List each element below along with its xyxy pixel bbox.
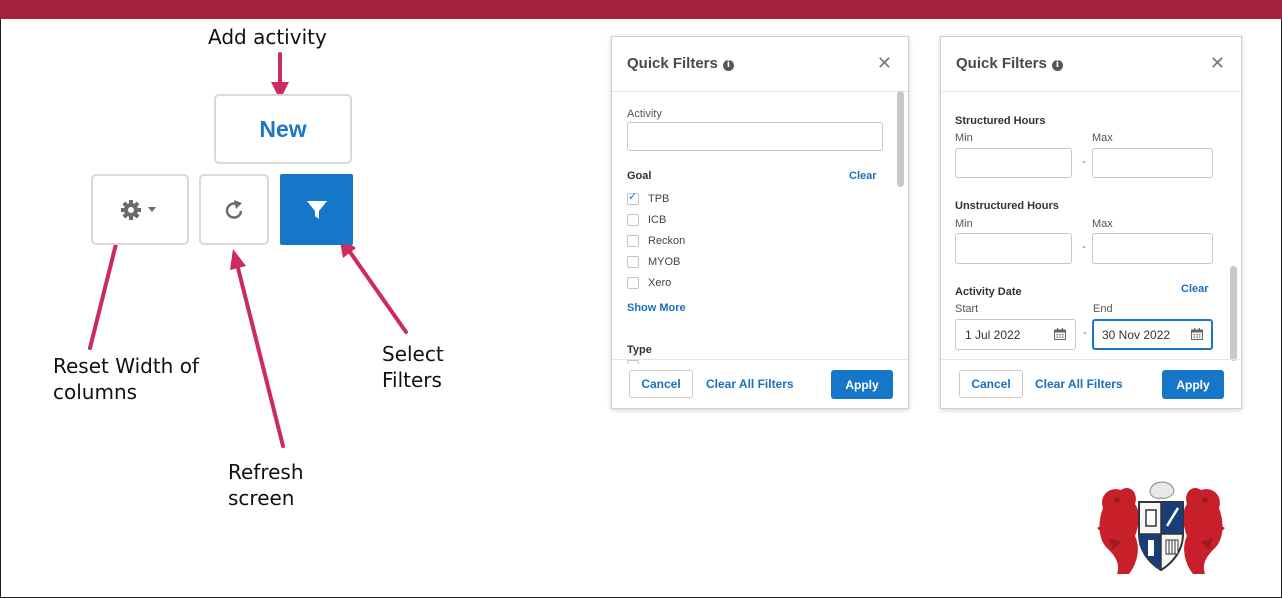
goal-option-myob[interactable]: MYOB <box>627 254 680 270</box>
activity-date-label: Activity Date <box>955 286 1022 298</box>
structured-hours-label: Structured Hours <box>955 115 1046 127</box>
checkbox[interactable] <box>627 235 639 247</box>
scrollbar-thumb[interactable] <box>897 91 904 187</box>
activity-label: Activity <box>627 108 662 120</box>
structured-min-input[interactable] <box>955 148 1072 178</box>
arrow-select-filters <box>348 250 408 334</box>
unstructured-min-label: Min <box>955 218 973 230</box>
filter-icon <box>306 200 327 219</box>
goal-option-xero[interactable]: Xero <box>627 275 671 291</box>
checkbox-label: TPB <box>648 193 670 205</box>
date-clear-link[interactable]: Clear <box>1181 283 1209 295</box>
scrollbar[interactable] <box>897 91 904 361</box>
info-icon[interactable]: i <box>722 60 734 71</box>
refresh-icon <box>225 199 243 219</box>
show-more-link[interactable]: Show More <box>627 302 686 314</box>
checkbox[interactable] <box>627 277 639 289</box>
arrow-refresh <box>236 266 285 448</box>
refresh-button[interactable] <box>199 174 269 245</box>
caret-down-icon <box>148 206 156 212</box>
panel-title-text: Quick Filters <box>956 55 1047 72</box>
checkbox-label: ICB <box>648 214 667 226</box>
panel-header: Quick Filters i ✕ <box>941 37 1241 92</box>
structured-min-label: Min <box>955 132 973 144</box>
filter-button[interactable] <box>280 174 353 245</box>
quick-filters-panel-1: Quick Filters i ✕ Activity Goal Clear ✓ T… <box>611 36 909 409</box>
panel-title: Quick Filters i <box>627 55 734 72</box>
checkbox[interactable] <box>627 214 639 226</box>
gear-icon <box>121 199 156 220</box>
goal-label: Goal <box>627 170 652 182</box>
calendar-icon[interactable] <box>1054 328 1066 340</box>
type-label: Type <box>627 344 652 356</box>
scrollbar-thumb[interactable] <box>1230 266 1237 361</box>
panel-header: Quick Filters i ✕ <box>612 37 908 92</box>
panel-title-text: Quick Filters <box>627 55 718 72</box>
checkbox-label: Reckon <box>648 235 686 247</box>
end-date-value: 30 Nov 2022 <box>1102 328 1171 342</box>
goal-option-icb[interactable]: ICB <box>627 212 666 228</box>
start-date-input[interactable]: 1 Jul 2022 <box>955 319 1076 350</box>
quick-filters-panel-2: Quick Filters i ✕ Structured Hours Min Ma… <box>940 36 1242 409</box>
new-button[interactable]: New <box>214 94 352 164</box>
checkbox-label: MYOB <box>648 256 681 268</box>
unstructured-min-input[interactable] <box>955 233 1072 264</box>
start-date-label: Start <box>955 303 979 315</box>
arrow-reset-width <box>88 234 120 350</box>
clear-all-filters-link[interactable]: Clear All Filters <box>706 377 794 391</box>
range-dash: - <box>1083 327 1087 339</box>
goal-clear-link[interactable]: Clear <box>849 170 877 182</box>
cancel-button[interactable]: Cancel <box>629 370 693 398</box>
crest-logo <box>1097 481 1225 574</box>
close-icon[interactable]: ✕ <box>1210 53 1225 74</box>
range-dash: - <box>1082 241 1086 253</box>
settings-button[interactable] <box>91 174 189 245</box>
start-date-value: 1 Jul 2022 <box>965 328 1021 342</box>
panel-footer: Cancel Clear All Filters Apply <box>941 359 1241 408</box>
arrowhead-refresh <box>230 249 246 270</box>
apply-button[interactable]: Apply <box>831 370 893 399</box>
checkbox[interactable]: ✓ <box>627 190 639 205</box>
structured-max-input[interactable] <box>1092 148 1213 178</box>
panel-footer: Cancel Clear All Filters Apply <box>612 359 908 408</box>
goal-option-tpb[interactable]: ✓ TPB <box>627 190 670 207</box>
end-date-input[interactable]: 30 Nov 2022 <box>1092 319 1213 350</box>
close-icon[interactable]: ✕ <box>877 53 892 74</box>
end-date-label: End <box>1093 303 1113 315</box>
check-icon: ✓ <box>628 190 638 203</box>
range-dash: - <box>1082 156 1086 168</box>
cancel-button[interactable]: Cancel <box>959 370 1023 398</box>
structured-max-label: Max <box>1092 132 1113 144</box>
checkbox[interactable] <box>627 256 639 268</box>
unstructured-hours-label: Unstructured Hours <box>955 200 1059 212</box>
panel-title: Quick Filters i <box>956 55 1063 72</box>
clear-all-filters-link[interactable]: Clear All Filters <box>1035 377 1123 391</box>
unstructured-max-label: Max <box>1092 218 1113 230</box>
checkbox-label: Xero <box>648 277 672 289</box>
calendar-icon[interactable] <box>1191 328 1203 340</box>
goal-option-reckon[interactable]: Reckon <box>627 233 685 249</box>
info-icon[interactable]: i <box>1051 60 1063 71</box>
scrollbar[interactable] <box>1230 91 1237 361</box>
unstructured-max-input[interactable] <box>1092 233 1213 264</box>
activity-input[interactable] <box>627 122 883 151</box>
apply-button[interactable]: Apply <box>1162 370 1224 399</box>
